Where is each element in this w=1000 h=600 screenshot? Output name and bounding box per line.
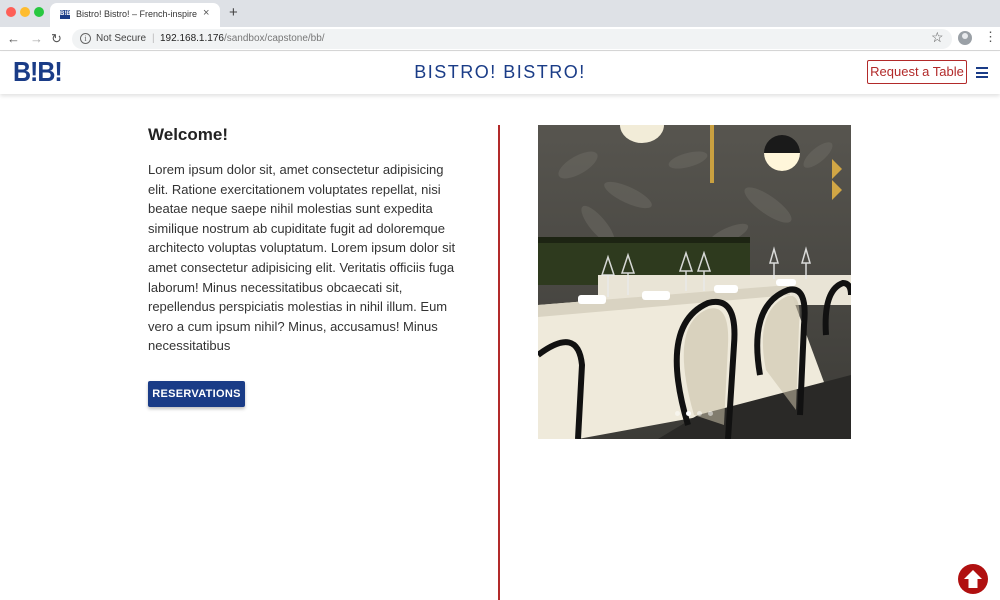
browser-tabbar: B!B! Bistro! Bistro! – French-inspire × …	[0, 0, 1000, 27]
address-separator: |	[152, 33, 155, 44]
welcome-body-text: Lorem ipsum dolor sit, amet consectetur …	[148, 162, 456, 354]
browser-menu-icon[interactable]: ⋮	[984, 29, 997, 45]
carousel-dot-4[interactable]	[708, 411, 713, 416]
minimize-window-button[interactable]	[20, 7, 30, 17]
column-divider	[498, 125, 500, 600]
hamburger-menu-icon[interactable]	[976, 67, 988, 78]
tab-title: Bistro! Bistro! – French-inspire	[76, 9, 198, 19]
tab-close-icon[interactable]: ×	[203, 7, 209, 19]
profile-avatar-icon[interactable]	[958, 31, 972, 45]
url-path: /sandbox/capstone/bb/	[223, 33, 325, 44]
info-icon[interactable]: i	[80, 33, 91, 44]
security-label: Not Secure	[96, 33, 147, 44]
arrow-up-icon	[964, 570, 982, 588]
url-text[interactable]: 192.168.1.176/sandbox/capstone/bb/	[160, 33, 325, 44]
carousel-dot-2[interactable]	[686, 411, 691, 416]
browser-tab[interactable]: B!B! Bistro! Bistro! – French-inspire ×	[50, 3, 220, 27]
forward-arrow-icon[interactable]: →	[30, 30, 43, 48]
scroll-to-top-button[interactable]	[958, 564, 988, 594]
back-arrow-icon[interactable]: ←	[7, 30, 20, 48]
new-tab-button[interactable]: +	[229, 4, 238, 22]
restaurant-photo	[538, 125, 851, 439]
browser-toolbar: ← → ↻ i Not Secure | 192.168.1.176/sandb…	[0, 27, 1000, 51]
site-header: B!B! BISTRO! BISTRO! Request a Table	[0, 52, 1000, 94]
site-title: BISTRO! BISTRO!	[414, 62, 586, 82]
carousel-dot-3[interactable]	[697, 411, 702, 416]
reload-icon[interactable]: ↻	[51, 30, 62, 48]
url-host: 192.168.1.176	[160, 33, 224, 44]
request-table-button[interactable]: Request a Table	[867, 60, 967, 84]
welcome-heading: Welcome!	[148, 125, 228, 144]
address-bar[interactable]: i Not Secure | 192.168.1.176/sandbox/cap…	[72, 29, 952, 49]
close-window-button[interactable]	[6, 7, 16, 17]
reservations-button[interactable]: RESERVATIONS	[148, 381, 245, 407]
image-carousel[interactable]	[538, 125, 851, 439]
carousel-dot-1[interactable]	[675, 411, 680, 416]
favicon-icon: B!B!	[60, 10, 73, 19]
bookmark-star-icon[interactable]: ☆	[931, 29, 944, 46]
maximize-window-button[interactable]	[34, 7, 44, 17]
